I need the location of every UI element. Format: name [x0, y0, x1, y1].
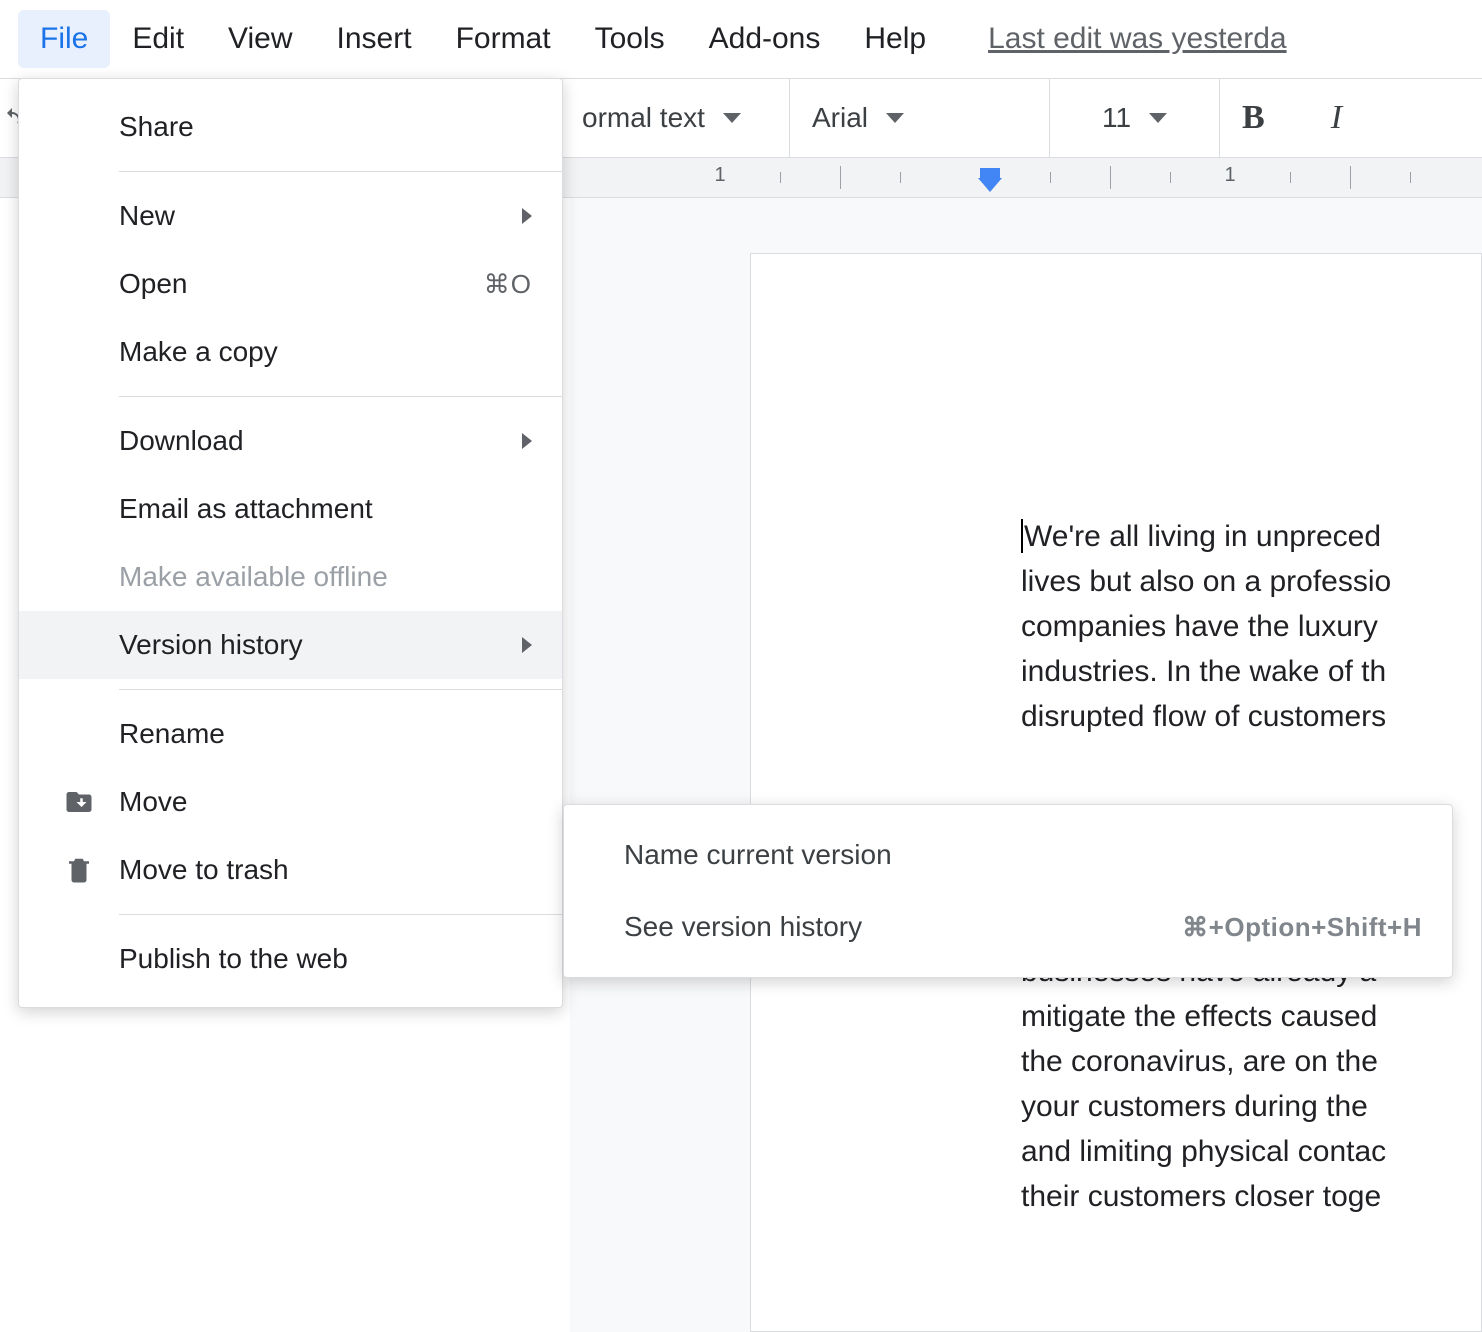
- menu-separator: [119, 396, 562, 397]
- menu-item-label: Move: [119, 786, 532, 818]
- menu-item-label: Download: [119, 425, 522, 457]
- submenu-item-see-history[interactable]: See version history ⌘+Option+Shift+H: [564, 891, 1452, 963]
- menu-item-label: Make a copy: [119, 336, 532, 368]
- ruler-number: 1: [1224, 164, 1235, 187]
- menu-item-shortcut: ⌘O: [484, 269, 532, 300]
- chevron-down-icon: [886, 113, 904, 123]
- menu-edit[interactable]: Edit: [110, 10, 206, 68]
- menu-item-share[interactable]: Share: [19, 93, 562, 161]
- menu-insert[interactable]: Insert: [315, 10, 434, 68]
- last-edit-link[interactable]: Last edit was yesterda: [988, 22, 1287, 56]
- menu-file[interactable]: File: [18, 10, 110, 68]
- text-format-group: B I: [1220, 79, 1364, 157]
- menu-item-label: New: [119, 200, 522, 232]
- menu-item-new[interactable]: New: [19, 182, 562, 250]
- font-size-select[interactable]: 11: [1050, 79, 1220, 157]
- menu-item-rename[interactable]: Rename: [19, 700, 562, 768]
- version-history-submenu: Name current version See version history…: [563, 804, 1453, 978]
- menu-item-offline: Make available offline: [19, 543, 562, 611]
- chevron-right-icon: [522, 433, 532, 449]
- font-family-select[interactable]: Arial: [790, 79, 1050, 157]
- paragraph-style-label: ormal text: [582, 102, 705, 134]
- submenu-item-label: See version history: [624, 911, 1182, 943]
- menu-bar: File Edit View Insert Format Tools Add-o…: [0, 0, 1482, 78]
- menu-separator: [119, 914, 562, 915]
- menu-tools[interactable]: Tools: [573, 10, 687, 68]
- indent-marker-icon[interactable]: [980, 168, 1000, 178]
- chevron-down-icon: [1149, 113, 1167, 123]
- menu-item-version-history[interactable]: Version history: [19, 611, 562, 679]
- menu-item-download[interactable]: Download: [19, 407, 562, 475]
- submenu-item-label: Name current version: [624, 839, 1422, 871]
- document-page[interactable]: We're all living in unpreced lives but a…: [750, 253, 1482, 1332]
- font-family-label: Arial: [812, 102, 868, 134]
- menu-item-make-copy[interactable]: Make a copy: [19, 318, 562, 386]
- submenu-item-shortcut: ⌘+Option+Shift+H: [1182, 912, 1422, 943]
- menu-item-label: Rename: [119, 718, 532, 750]
- menu-item-move[interactable]: Move: [19, 768, 562, 836]
- menu-item-label: Open: [119, 268, 484, 300]
- menu-separator: [119, 171, 562, 172]
- menu-addons[interactable]: Add-ons: [687, 10, 843, 68]
- menu-format[interactable]: Format: [434, 10, 573, 68]
- menu-item-label: Version history: [119, 629, 522, 661]
- paragraph-style-select[interactable]: ormal text: [560, 79, 790, 157]
- menu-item-email-attachment[interactable]: Email as attachment: [19, 475, 562, 543]
- chevron-right-icon: [522, 637, 532, 653]
- file-menu-dropdown: Share New Open ⌘O Make a copy Download E…: [18, 78, 563, 1008]
- ruler-number: 1: [714, 164, 725, 187]
- menu-item-label: Email as attachment: [119, 493, 532, 525]
- menu-item-move-trash[interactable]: Move to trash: [19, 836, 562, 904]
- chevron-down-icon: [723, 113, 741, 123]
- move-folder-icon: [61, 784, 97, 820]
- document-paragraph: We're all living in unpreced lives but a…: [1021, 520, 1391, 733]
- document-canvas: We're all living in unpreced lives but a…: [570, 198, 1482, 1332]
- menu-item-label: Move to trash: [119, 854, 532, 886]
- menu-separator: [119, 689, 562, 690]
- menu-item-label: Publish to the web: [119, 943, 532, 975]
- menu-item-publish[interactable]: Publish to the web: [19, 925, 562, 993]
- bold-button[interactable]: B: [1242, 99, 1265, 137]
- submenu-item-name-current[interactable]: Name current version: [564, 819, 1452, 891]
- chevron-right-icon: [522, 208, 532, 224]
- trash-icon: [61, 852, 97, 888]
- menu-item-label: Share: [119, 111, 532, 143]
- menu-view[interactable]: View: [206, 10, 314, 68]
- first-line-indent-icon[interactable]: [978, 178, 1002, 192]
- font-size-value: 11: [1102, 102, 1131, 134]
- italic-button[interactable]: I: [1331, 99, 1342, 137]
- menu-item-open[interactable]: Open ⌘O: [19, 250, 562, 318]
- text-cursor: [1021, 519, 1023, 553]
- menu-help[interactable]: Help: [842, 10, 948, 68]
- menu-item-label: Make available offline: [119, 561, 532, 593]
